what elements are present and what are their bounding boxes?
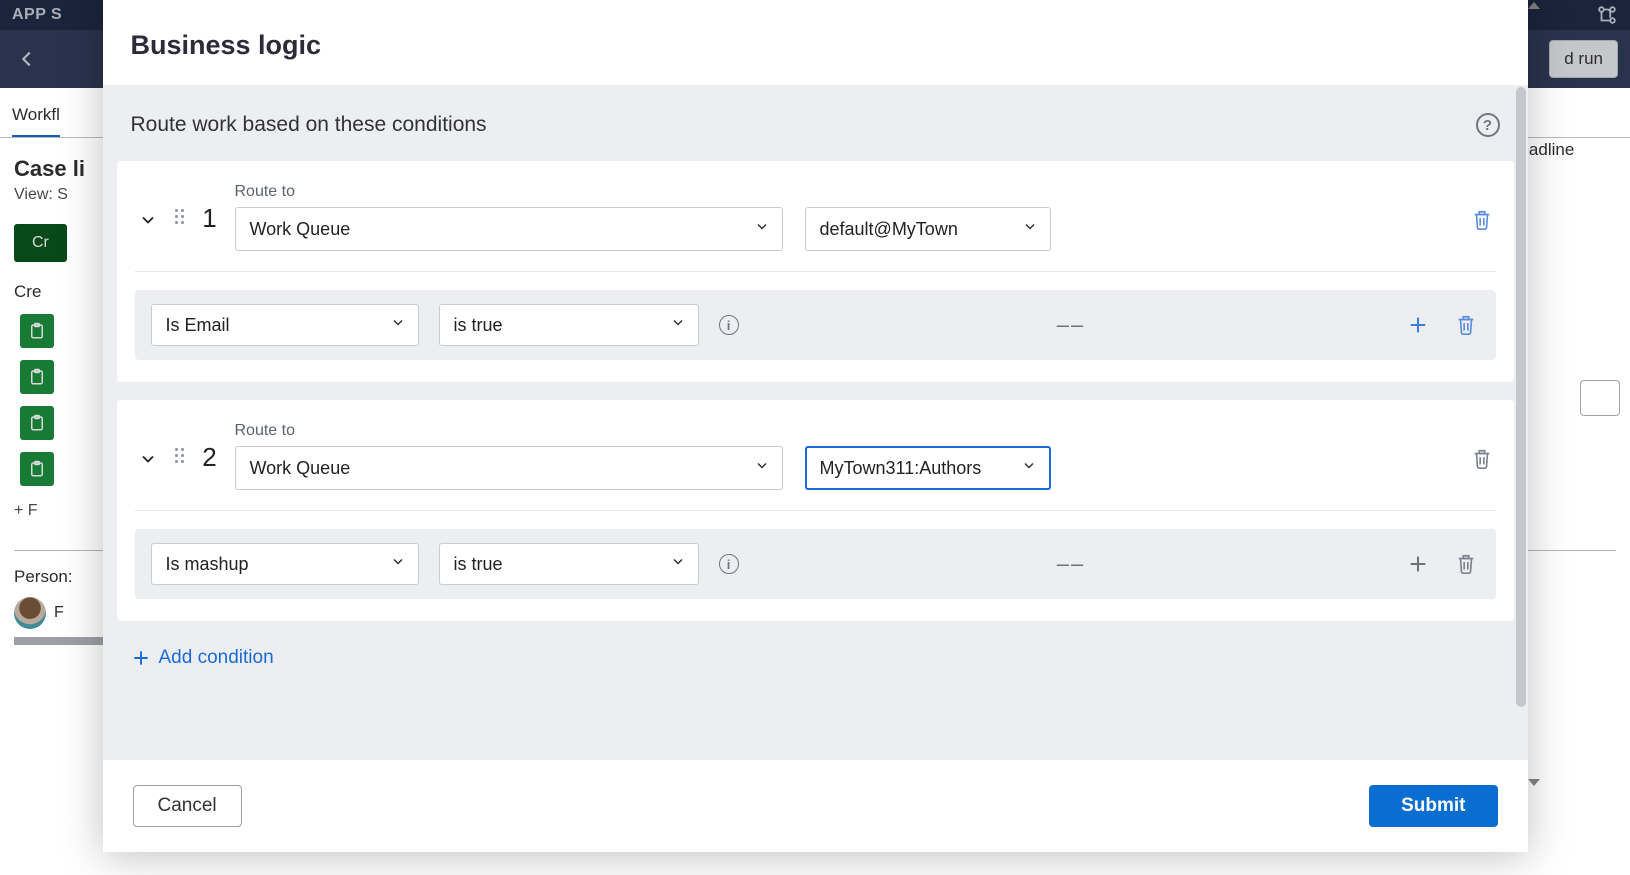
section-label: Route work based on these conditions [131,113,487,137]
chevron-down-icon [1021,458,1037,479]
cancel-button[interactable]: Cancel [133,785,242,827]
delete-route-button[interactable] [1468,444,1496,474]
add-condition-button[interactable] [1404,311,1432,339]
route-index: 2 [199,442,221,473]
modal-header: Business logic [103,0,1528,85]
route-index: 1 [199,203,221,234]
collapse-toggle[interactable] [135,207,161,233]
submit-button[interactable]: Submit [1369,785,1497,827]
modal-overlay: Business logic Route work based on these… [0,0,1630,875]
condition-field-select[interactable]: Is Email [151,304,419,346]
scrollbar[interactable] [1528,2,1540,854]
modal-title: Business logic [131,30,1500,61]
info-icon[interactable]: i [719,554,739,574]
route-to-label: Route to [235,422,783,440]
condition-operator-select[interactable]: is true [439,304,699,346]
chevron-down-icon [670,554,686,575]
delete-condition-button[interactable] [1452,310,1480,340]
condition-operator-select[interactable]: is true [439,543,699,585]
route-target-select[interactable]: MyTown311:Authors [805,446,1051,490]
condition-row: Is mashup is true i –– [135,529,1496,599]
drag-handle-icon[interactable] [175,209,185,224]
chevron-down-icon [670,315,686,336]
route-type-select[interactable]: Work Queue [235,207,783,251]
condition-row: Is Email is true i –– [135,290,1496,360]
add-condition-link[interactable]: Add condition [103,639,302,689]
modal-body: Route work based on these conditions ? 1 [103,85,1528,760]
route-card: 1 Route to Work Queue [117,161,1514,382]
modal-footer: Cancel Submit [103,760,1528,852]
condition-value-placeholder: –– [759,551,1384,577]
route-card: 2 Route to Work Queue [117,400,1514,621]
chevron-down-icon [390,554,406,575]
condition-value-placeholder: –– [759,312,1384,338]
chevron-down-icon [390,315,406,336]
chevron-down-icon [754,219,770,240]
condition-field-select[interactable]: Is mashup [151,543,419,585]
route-type-select[interactable]: Work Queue [235,446,783,490]
chevron-down-icon [754,458,770,479]
business-logic-modal: Business logic Route work based on these… [103,0,1528,852]
body-scrollbar[interactable] [1514,85,1528,760]
route-target-select[interactable]: default@MyTown [805,207,1051,251]
chevron-down-icon [1022,219,1038,240]
collapse-toggle[interactable] [135,446,161,472]
help-icon[interactable]: ? [1476,113,1500,137]
drag-handle-icon[interactable] [175,448,185,463]
route-to-label: Route to [235,183,783,201]
delete-route-button[interactable] [1468,205,1496,235]
info-icon[interactable]: i [719,315,739,335]
delete-condition-button[interactable] [1452,549,1480,579]
add-condition-button[interactable] [1404,550,1432,578]
